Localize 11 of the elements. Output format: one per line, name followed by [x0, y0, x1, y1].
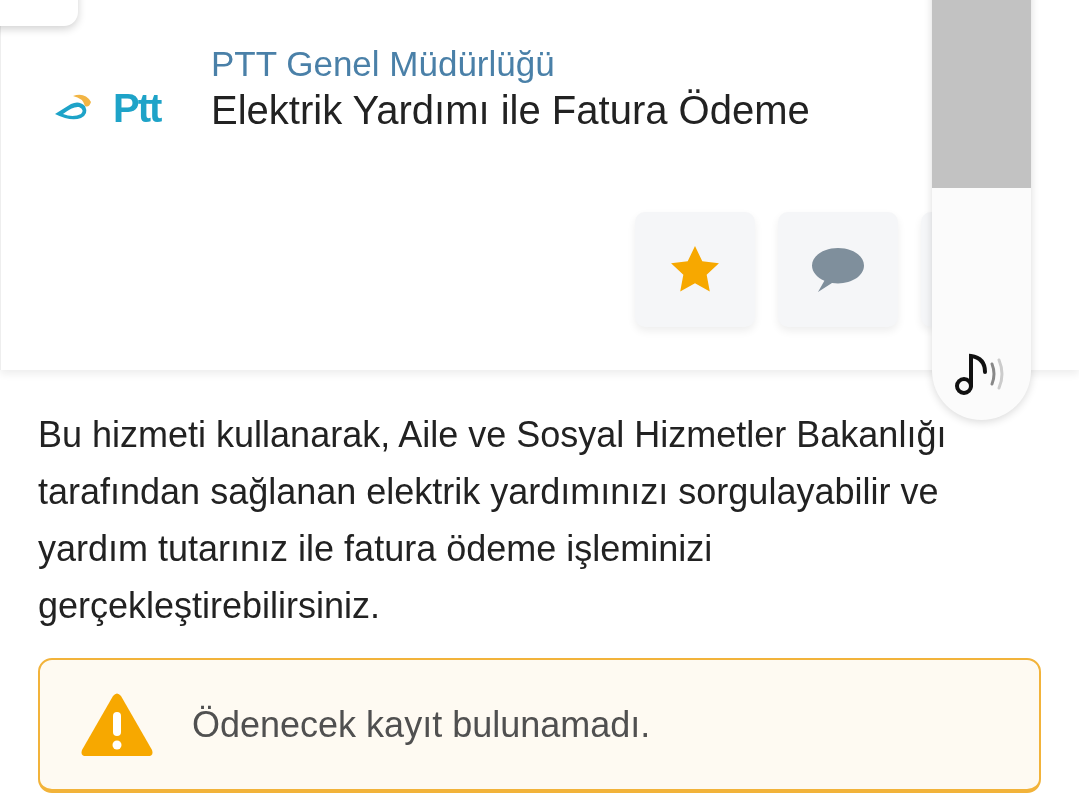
logo-text: Ptt — [113, 85, 161, 131]
description-text: Bu hizmeti kullanarak, Aile ve Sosyal Hizmetler Bakanlığı tarafından sağlanan elektrik yardımınızı sorgulayabilir ve yardım tutarınız ile fatura ödeme işleminizi gerçekleştirebilirsiniz. — [38, 413, 948, 628]
star-icon — [670, 245, 720, 294]
organization-name: PTT Genel Müdürlüğü — [211, 44, 556, 84]
warning-icon — [80, 691, 154, 758]
service-title: Elektrik Yardımı ile Fatura Ödeme — [211, 88, 810, 133]
action-button[interactable] — [921, 212, 933, 327]
speech-bubble-icon — [810, 245, 866, 294]
favorite-button[interactable] — [635, 212, 755, 327]
alert-message: Ödenecek kayıt bulunamadı. — [192, 703, 651, 746]
comment-button[interactable] — [778, 212, 898, 327]
